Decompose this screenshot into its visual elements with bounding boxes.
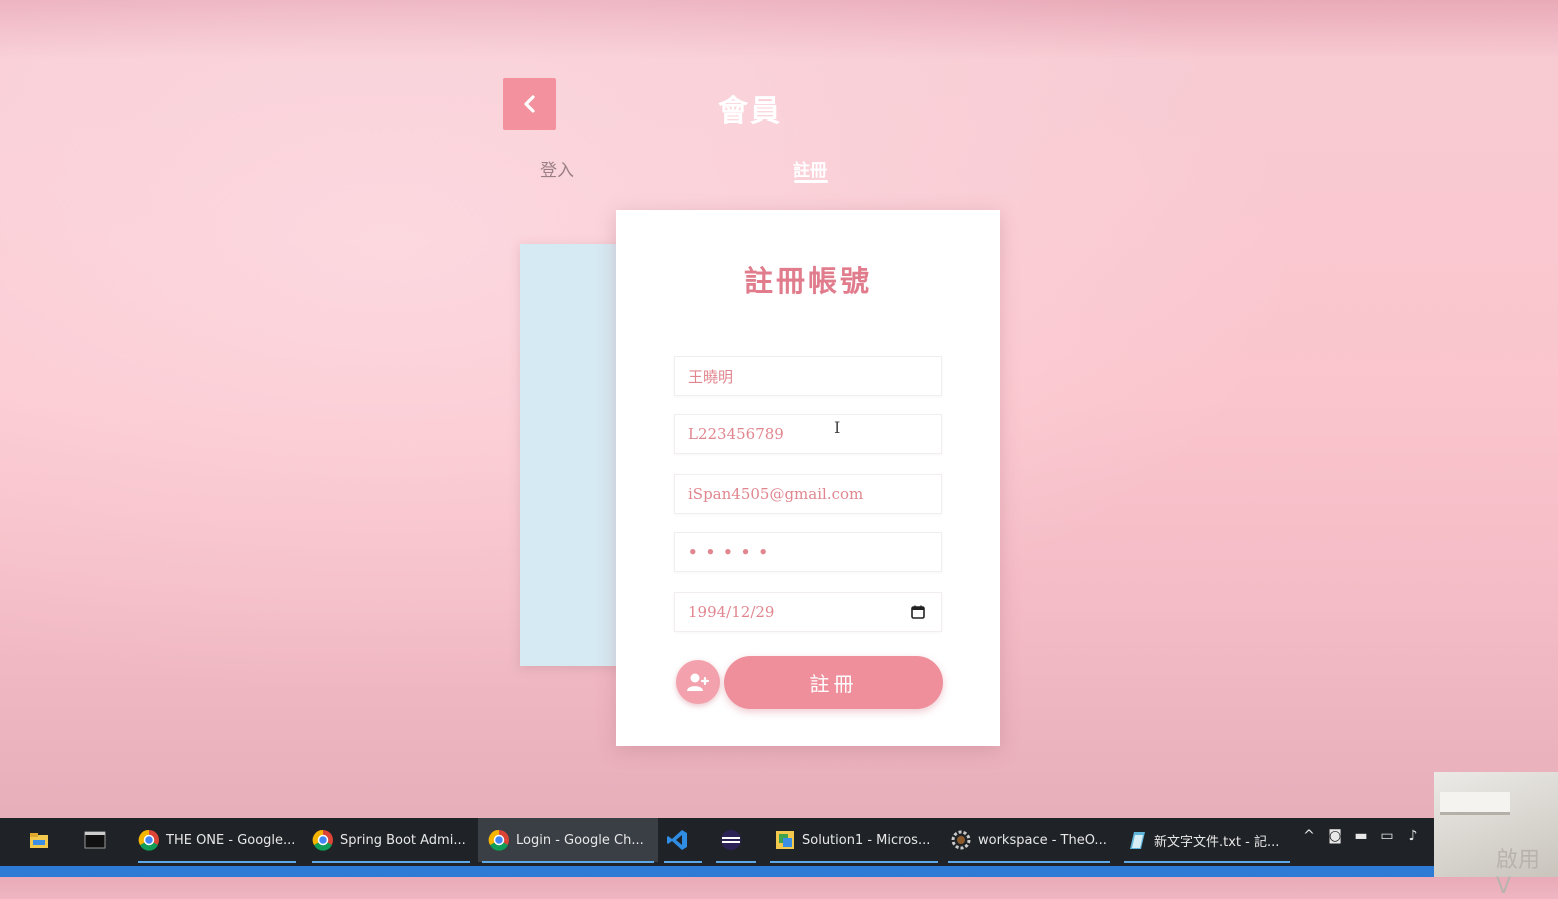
network-icon[interactable]: ▭ bbox=[1378, 828, 1396, 844]
chevron-left-icon bbox=[523, 95, 535, 113]
volume-icon[interactable]: ♪ bbox=[1404, 828, 1422, 844]
password-field[interactable]: ••••• bbox=[674, 532, 942, 572]
avatar-upload-button[interactable] bbox=[676, 660, 720, 704]
taskbar-file-explorer[interactable] bbox=[28, 818, 56, 862]
file-explorer-icon bbox=[30, 833, 48, 848]
register-heading: 註冊帳號 bbox=[743, 264, 872, 298]
register-submit-button[interactable]: 註冊 bbox=[724, 656, 943, 709]
taskbar-chrome-spring-boot[interactable]: Spring Boot Admi... bbox=[308, 818, 474, 863]
taskbar-label: THE ONE - Google... bbox=[166, 832, 296, 848]
vscode-icon bbox=[667, 830, 687, 850]
taskbar-eclipse[interactable] bbox=[712, 818, 760, 863]
add-user-icon bbox=[687, 673, 710, 691]
email-field[interactable]: iSpan4505@gmail.com bbox=[674, 474, 942, 514]
password-value: ••••• bbox=[688, 543, 776, 561]
eclipse-icon bbox=[721, 830, 741, 850]
id-number-value: L223456789 bbox=[688, 425, 784, 443]
webcam-overlay-text: 啟用 V bbox=[1496, 848, 1541, 899]
taskbar-chrome-the-one[interactable]: THE ONE - Google... bbox=[134, 818, 300, 863]
name-value: 王曉明 bbox=[688, 367, 734, 386]
notepad-icon bbox=[1130, 832, 1145, 849]
name-field[interactable]: 王曉明 bbox=[674, 356, 942, 396]
back-button[interactable] bbox=[503, 78, 556, 130]
taskbar-visual-studio[interactable]: Solution1 - Micros... bbox=[766, 818, 942, 863]
page-title: 會員 bbox=[718, 94, 782, 129]
tab-login[interactable]: 登入 bbox=[540, 156, 574, 181]
chrome-icon bbox=[138, 829, 159, 851]
birthday-field[interactable]: 1994/12/29 bbox=[674, 592, 942, 632]
birthday-value: 1994/12/29 bbox=[688, 603, 775, 621]
gear-icon bbox=[951, 830, 971, 850]
chevron-up-icon[interactable]: ^ bbox=[1300, 828, 1318, 844]
taskbar-label: 新文字文件.txt - 記... bbox=[1154, 834, 1280, 850]
taskbar-label: Login - Google Ch... bbox=[516, 832, 644, 848]
calendar-icon[interactable] bbox=[911, 605, 925, 619]
battery-icon[interactable]: ▬ bbox=[1352, 828, 1370, 844]
terminal-icon bbox=[84, 831, 106, 849]
email-value: iSpan4505@gmail.com bbox=[688, 485, 864, 503]
taskbar-label: Spring Boot Admi... bbox=[340, 832, 466, 848]
visual-studio-icon bbox=[776, 831, 794, 849]
tab-register[interactable]: 註冊 bbox=[793, 156, 827, 181]
login-card-behind bbox=[520, 244, 630, 666]
taskbar-chrome-login[interactable]: Login - Google Ch... bbox=[478, 818, 658, 863]
meet-now-icon[interactable]: ◙ bbox=[1326, 828, 1344, 844]
text-cursor: I bbox=[834, 418, 841, 437]
taskbar-label: Solution1 - Micros... bbox=[802, 832, 931, 848]
taskbar-vscode[interactable] bbox=[660, 818, 706, 863]
taskbar-notepad[interactable]: 新文字文件.txt - 記... bbox=[1120, 818, 1294, 863]
taskbar-accent-strip bbox=[0, 866, 1434, 877]
taskbar-terminal[interactable] bbox=[84, 818, 112, 862]
active-tab-indicator bbox=[794, 180, 828, 183]
taskbar-workspace[interactable]: workspace - TheO... bbox=[944, 818, 1114, 863]
taskbar-label: workspace - TheO... bbox=[978, 832, 1107, 848]
chrome-icon bbox=[488, 829, 509, 851]
chrome-icon bbox=[312, 829, 333, 851]
system-tray: ^ ◙ ▬ ▭ ♪ bbox=[1300, 828, 1422, 844]
id-number-field[interactable]: L223456789 bbox=[674, 414, 942, 454]
webcam-shelf bbox=[1440, 792, 1510, 815]
